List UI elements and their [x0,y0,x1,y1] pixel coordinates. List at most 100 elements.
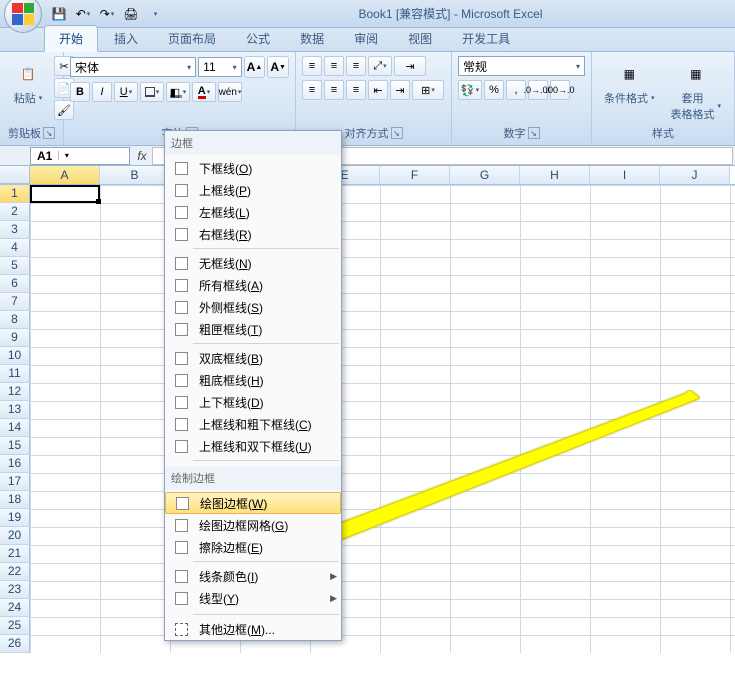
tab-developer[interactable]: 开发工具 [448,26,524,51]
name-box[interactable]: A1 ▾ [30,147,130,165]
decrease-indent-button[interactable]: ⇤ [368,80,388,100]
row-header-13[interactable]: 13 [0,401,30,419]
tab-review[interactable]: 审阅 [340,26,392,51]
format-as-table-button[interactable]: ▦ 套用 表格格式▾ [665,56,728,125]
menu-item-border-8[interactable]: 双底框线(B) [165,347,341,369]
row-header-24[interactable]: 24 [0,599,30,617]
menu-item-draw-0[interactable]: 绘图边框(W) [165,492,341,514]
decrease-decimal-button[interactable]: .00→.0 [550,80,570,100]
bold-button[interactable]: B [70,82,90,102]
tab-view[interactable]: 视图 [394,26,446,51]
tab-home[interactable]: 开始 [44,25,98,52]
align-middle-button[interactable]: ≡ [324,56,344,76]
menu-item-border-12[interactable]: 上框线和双下框线(U) [165,435,341,457]
row-header-6[interactable]: 6 [0,275,30,293]
conditional-formatting-button[interactable]: ▦ 条件格式▾ [598,56,661,125]
alignment-dialog-launcher[interactable]: ↘ [391,127,403,139]
row-header-18[interactable]: 18 [0,491,30,509]
accounting-format-button[interactable]: 💱▾ [458,80,482,100]
decrease-font-button[interactable]: A▼ [267,56,289,78]
row-header-7[interactable]: 7 [0,293,30,311]
tab-data[interactable]: 数据 [286,26,338,51]
row-header-12[interactable]: 12 [0,383,30,401]
row-header-2[interactable]: 2 [0,203,30,221]
fill-color-button[interactable]: ◧▾ [166,82,190,102]
menu-item-draw-2[interactable]: 擦除边框(E) [165,536,341,558]
row-header-19[interactable]: 19 [0,509,30,527]
name-box-dropdown-icon[interactable]: ▾ [58,151,74,160]
menu-item-draw-4[interactable]: 线型(Y)▶ [165,587,341,609]
row-header-22[interactable]: 22 [0,563,30,581]
align-left-button[interactable]: ≡ [302,80,322,100]
row-header-11[interactable]: 11 [0,365,30,383]
row-header-10[interactable]: 10 [0,347,30,365]
align-top-button[interactable]: ≡ [302,56,322,76]
row-header-20[interactable]: 20 [0,527,30,545]
increase-indent-button[interactable]: ⇥ [390,80,410,100]
column-header-H[interactable]: H [520,166,590,184]
row-header-4[interactable]: 4 [0,239,30,257]
paste-button[interactable]: 📋 粘贴▾ [6,56,50,125]
row-header-1[interactable]: 1 [0,185,30,203]
percent-button[interactable]: % [484,80,504,100]
row-header-3[interactable]: 3 [0,221,30,239]
wrap-text-button[interactable]: ⇥ [394,56,426,76]
row-header-23[interactable]: 23 [0,581,30,599]
phonetic-button[interactable]: wén▾ [218,82,242,102]
column-header-B[interactable]: B [100,166,170,184]
menu-item-draw-1[interactable]: 绘图边框网格(G) [165,514,341,536]
row-header-25[interactable]: 25 [0,617,30,635]
column-header-I[interactable]: I [590,166,660,184]
menu-item-draw-3[interactable]: 线条颜色(I)▶ [165,565,341,587]
row-header-15[interactable]: 15 [0,437,30,455]
column-header-A[interactable]: A [30,166,100,184]
row-header-26[interactable]: 26 [0,635,30,653]
fill-handle[interactable] [96,199,101,204]
border-button[interactable]: ▾ [140,82,164,102]
print-preview-icon[interactable]: 🖨 [120,3,142,25]
increase-font-button[interactable]: A▲ [244,56,266,78]
menu-item-border-5[interactable]: 所有框线(A) [165,274,341,296]
menu-item-border-0[interactable]: 下框线(O) [165,157,341,179]
menu-item-border-3[interactable]: 右框线(R) [165,223,341,245]
menu-item-border-6[interactable]: 外侧框线(S) [165,296,341,318]
align-center-button[interactable]: ≡ [324,80,344,100]
font-name-combo[interactable]: 宋体▾ [70,57,196,77]
menu-item-border-7[interactable]: 粗匣框线(T) [165,318,341,340]
italic-button[interactable]: I [92,82,112,102]
column-header-J[interactable]: J [660,166,730,184]
menu-item-more-borders[interactable]: 其他边框(M)... [165,618,341,640]
row-header-5[interactable]: 5 [0,257,30,275]
column-header-F[interactable]: F [380,166,450,184]
undo-icon[interactable]: ↶▾ [72,3,94,25]
active-cell[interactable] [30,185,100,203]
tab-insert[interactable]: 插入 [100,26,152,51]
menu-item-border-1[interactable]: 上框线(P) [165,179,341,201]
menu-item-border-11[interactable]: 上框线和粗下框线(C) [165,413,341,435]
menu-item-border-4[interactable]: 无框线(N) [165,252,341,274]
tab-page-layout[interactable]: 页面布局 [154,26,230,51]
row-header-21[interactable]: 21 [0,545,30,563]
row-header-16[interactable]: 16 [0,455,30,473]
save-icon[interactable]: 💾 [48,3,70,25]
clipboard-dialog-launcher[interactable]: ↘ [43,127,55,139]
qat-customize-icon[interactable]: ▾ [144,3,166,25]
row-header-14[interactable]: 14 [0,419,30,437]
font-size-combo[interactable]: 11▾ [198,57,241,77]
menu-item-border-9[interactable]: 粗底框线(H) [165,369,341,391]
orientation-button[interactable]: ⤢▾ [368,56,392,76]
align-bottom-button[interactable]: ≡ [346,56,366,76]
menu-item-border-2[interactable]: 左框线(L) [165,201,341,223]
number-dialog-launcher[interactable]: ↘ [528,127,540,139]
number-format-combo[interactable]: 常规▾ [458,56,585,76]
font-color-button[interactable]: A▾ [192,82,216,102]
fx-icon[interactable]: fx [132,149,152,163]
align-right-button[interactable]: ≡ [346,80,366,100]
row-header-17[interactable]: 17 [0,473,30,491]
merge-center-button[interactable]: ⊞▾ [412,80,444,100]
select-all-corner[interactable] [0,166,30,184]
underline-button[interactable]: U▾ [114,82,138,102]
row-header-8[interactable]: 8 [0,311,30,329]
redo-icon[interactable]: ↷▾ [96,3,118,25]
cells-area[interactable] [30,185,735,653]
